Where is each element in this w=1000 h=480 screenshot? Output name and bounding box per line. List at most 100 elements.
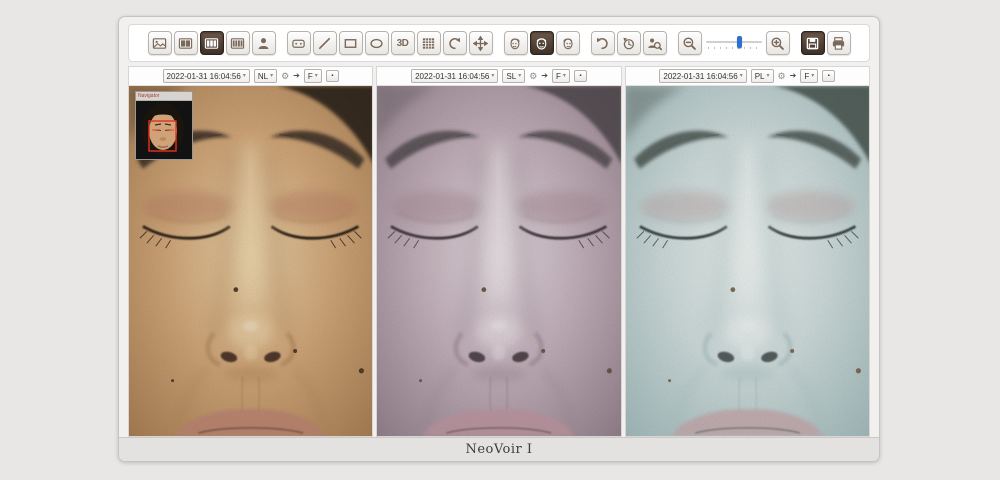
faceL-icon	[508, 36, 523, 51]
undo-button[interactable]	[443, 31, 467, 55]
undo-icon	[447, 36, 462, 51]
capture-button[interactable]	[287, 31, 311, 55]
toolbar-area: 3D	[119, 17, 879, 66]
navigator-title: Navigator	[136, 92, 192, 101]
timestamp-dropdown[interactable]: 2022-01-31 16:04:56 ▾	[163, 69, 250, 83]
device-name-label: NeoVoir I	[465, 442, 532, 457]
faceF-icon	[534, 36, 549, 51]
apply-arrow-icon[interactable]: ➔	[541, 72, 548, 80]
skin-photo[interactable]: Navigator	[129, 86, 372, 436]
timestamp-value: 2022-01-31 16:04:56	[663, 72, 737, 81]
view-dropdown[interactable]: F ▾	[552, 69, 570, 83]
view-dropdown[interactable]: F ▾	[800, 69, 818, 83]
footer-bar: NeoVoir I	[119, 437, 879, 461]
skin-photo[interactable]	[626, 86, 869, 436]
navigator[interactable]: Navigator	[135, 91, 193, 160]
face-right-view-button[interactable]	[556, 31, 580, 55]
face-left-view-button[interactable]	[504, 31, 528, 55]
view-dropdown[interactable]: F ▾	[304, 69, 322, 83]
layout4-icon	[230, 36, 245, 51]
zoom-slider-ticks	[708, 47, 760, 49]
image-panel-nl: 2022-01-31 16:04:56 ▾ NL ▾ ⚙ ➔ F ▾ ▪	[128, 66, 373, 437]
pan-tool-button[interactable]	[469, 31, 493, 55]
light-mode-dropdown[interactable]: NL ▾	[254, 69, 277, 83]
find-patient-button[interactable]	[643, 31, 667, 55]
option-button[interactable]: ▪	[326, 70, 339, 82]
patient-button[interactable]	[252, 31, 276, 55]
light-mode-value: PL	[755, 72, 765, 81]
screen: 3D 2022-01-31 16:04:56 ▾ NL ▾ ⚙ ➔ F ▾ ▪	[0, 0, 1000, 480]
line-tool-button[interactable]	[313, 31, 337, 55]
light-mode-dropdown[interactable]: PL ▾	[751, 69, 774, 83]
move-icon	[473, 36, 488, 51]
zoom-slider[interactable]	[704, 31, 764, 55]
light-mode-value: NL	[258, 72, 268, 81]
lamp-icon[interactable]: ⚙	[529, 72, 537, 81]
chevron-down-icon: ▾	[767, 73, 770, 79]
ellipse-tool-button[interactable]	[365, 31, 389, 55]
toolbar: 3D	[128, 24, 870, 62]
print-icon	[831, 36, 846, 51]
zoom-in-button[interactable]	[766, 31, 790, 55]
chevron-down-icon: ▾	[315, 73, 318, 79]
panel-header: 2022-01-31 16:04:56 ▾ SL ▾ ⚙ ➔ F ▾ ▪	[377, 67, 620, 86]
grid-icon	[421, 36, 436, 51]
face-front-view-button[interactable]	[530, 31, 554, 55]
timestamp-dropdown[interactable]: 2022-01-31 16:04:56 ▾	[411, 69, 498, 83]
zoomout-icon	[682, 36, 697, 51]
history-icon	[621, 36, 636, 51]
panel-header: 2022-01-31 16:04:56 ▾ PL ▾ ⚙ ➔ F ▾ ▪	[626, 67, 869, 86]
chevron-down-icon: ▾	[270, 73, 273, 79]
lamp-icon[interactable]: ⚙	[778, 72, 786, 81]
timestamp-value: 2022-01-31 16:04:56	[415, 72, 489, 81]
light-mode-dropdown[interactable]: SL ▾	[502, 69, 525, 83]
chevron-down-icon: ▾	[491, 73, 494, 79]
three-pane-layout-button[interactable]	[200, 31, 224, 55]
zoomin-icon	[770, 36, 785, 51]
option-glyph: ▪	[579, 73, 581, 79]
grid-overlay-button[interactable]	[417, 31, 441, 55]
single-image-view-button[interactable]	[148, 31, 172, 55]
camera-icon	[291, 36, 306, 51]
view-value: F	[308, 72, 313, 81]
option-button[interactable]: ▪	[822, 70, 835, 82]
option-glyph: ▪	[828, 73, 830, 79]
layout3-icon	[204, 36, 219, 51]
chevron-down-icon: ▾	[740, 73, 743, 79]
apply-arrow-icon[interactable]: ➔	[790, 72, 797, 80]
navigator-thumbnail[interactable]	[136, 101, 192, 159]
image-panel-sl: 2022-01-31 16:04:56 ▾ SL ▾ ⚙ ➔ F ▾ ▪	[376, 66, 621, 437]
history-button[interactable]	[617, 31, 641, 55]
lamp-icon[interactable]: ⚙	[281, 72, 289, 81]
print-button[interactable]	[827, 31, 851, 55]
3d-view-button[interactable]: 3D	[391, 31, 415, 55]
zoom-out-button[interactable]	[678, 31, 702, 55]
multi-pane-layout-button[interactable]	[226, 31, 250, 55]
option-button[interactable]: ▪	[574, 70, 587, 82]
chevron-down-icon: ▾	[518, 73, 521, 79]
redo-button[interactable]	[591, 31, 615, 55]
face-image	[626, 86, 869, 436]
save-button[interactable]	[801, 31, 825, 55]
timestamp-dropdown[interactable]: 2022-01-31 16:04:56 ▾	[659, 69, 746, 83]
image-panel-pl: 2022-01-31 16:04:56 ▾ PL ▾ ⚙ ➔ F ▾ ▪	[625, 66, 870, 437]
two-pane-layout-button[interactable]	[174, 31, 198, 55]
light-mode-value: SL	[506, 72, 516, 81]
chevron-down-icon: ▾	[243, 73, 246, 79]
save-icon	[805, 36, 820, 51]
rect-icon	[343, 36, 358, 51]
apply-arrow-icon[interactable]: ➔	[293, 72, 300, 80]
ellipse-icon	[369, 36, 384, 51]
zoom-slider-handle[interactable]	[737, 36, 742, 48]
panel-header: 2022-01-31 16:04:56 ▾ NL ▾ ⚙ ➔ F ▾ ▪	[129, 67, 372, 86]
person-icon	[256, 36, 271, 51]
image-panels: 2022-01-31 16:04:56 ▾ NL ▾ ⚙ ➔ F ▾ ▪	[119, 66, 879, 437]
faceR-icon	[560, 36, 575, 51]
image-icon	[152, 36, 167, 51]
rectangle-tool-button[interactable]	[339, 31, 363, 55]
zoom-slider-track[interactable]	[706, 41, 762, 43]
redo-icon	[595, 36, 610, 51]
skin-photo[interactable]	[377, 86, 620, 436]
chevron-down-icon: ▾	[563, 73, 566, 79]
chevron-down-icon: ▾	[811, 73, 814, 79]
